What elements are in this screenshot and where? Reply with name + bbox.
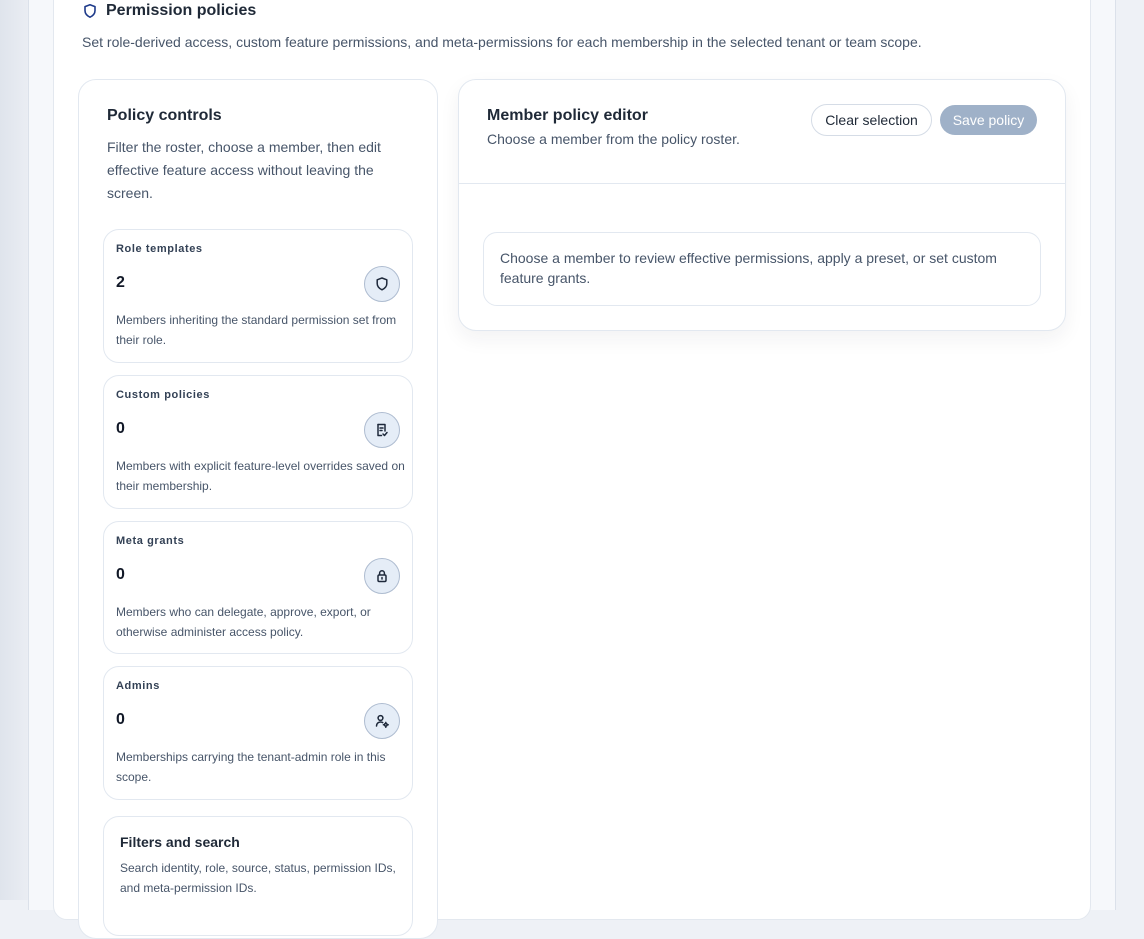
lock-icon bbox=[364, 558, 400, 594]
stat-label: Meta grants bbox=[116, 535, 185, 547]
stat-label: Role templates bbox=[116, 243, 203, 255]
filters-title: Filters and search bbox=[120, 834, 240, 850]
app-shell: Permission policies Set role-derived acc… bbox=[0, 0, 1144, 939]
policy-controls-panel: Policy controls Filter the roster, choos… bbox=[78, 79, 438, 939]
policy-controls-title: Policy controls bbox=[107, 107, 222, 124]
filters-and-search-card: Filters and search Search identity, role… bbox=[103, 816, 413, 936]
stat-description: Memberships carrying the tenant-admin ro… bbox=[116, 750, 386, 784]
stat-value: 0 bbox=[116, 711, 125, 728]
stat-card-meta-grants: Meta grants 0 Members who can delegate, … bbox=[103, 521, 413, 654]
section-header: Permission policies bbox=[82, 2, 256, 20]
editor-title: Member policy editor bbox=[487, 107, 648, 124]
member-policy-editor: Member policy editor Choose a member fro… bbox=[458, 79, 1066, 331]
editor-subtitle: Choose a member from the policy roster. bbox=[487, 131, 740, 147]
filters-description: Search identity, role, source, status, p… bbox=[120, 861, 396, 895]
stat-card-admins: Admins 0 Memberships carrying the tenant… bbox=[103, 666, 413, 800]
shield-icon bbox=[364, 266, 400, 302]
stat-card-custom-policies: Custom policies 0 Members with explicit … bbox=[103, 375, 413, 509]
document-check-icon bbox=[364, 412, 400, 448]
user-gear-icon bbox=[364, 703, 400, 739]
save-policy-button[interactable]: Save policy bbox=[940, 105, 1037, 135]
section-description: Set role-derived access, custom feature … bbox=[82, 34, 922, 50]
stat-card-role-templates: Role templates 2 Members inheriting the … bbox=[103, 229, 413, 363]
stat-description: Members with explicit feature-level over… bbox=[116, 459, 405, 493]
stat-label: Custom policies bbox=[116, 389, 210, 401]
stat-label: Admins bbox=[116, 680, 160, 692]
section-title: Permission policies bbox=[106, 2, 257, 19]
empty-state-message: Choose a member to review effective perm… bbox=[483, 232, 1041, 306]
policy-controls-description: Filter the roster, choose a member, then… bbox=[107, 139, 381, 201]
stat-description: Members who can delegate, approve, expor… bbox=[116, 605, 371, 639]
stat-description: Members inheriting the standard permissi… bbox=[116, 313, 397, 347]
editor-header: Member policy editor Choose a member fro… bbox=[459, 80, 1065, 184]
stat-value: 0 bbox=[116, 566, 125, 583]
stat-value: 0 bbox=[116, 420, 125, 437]
stat-value: 2 bbox=[116, 274, 125, 291]
clear-selection-button[interactable]: Clear selection bbox=[811, 104, 932, 136]
shield-icon bbox=[82, 3, 98, 19]
